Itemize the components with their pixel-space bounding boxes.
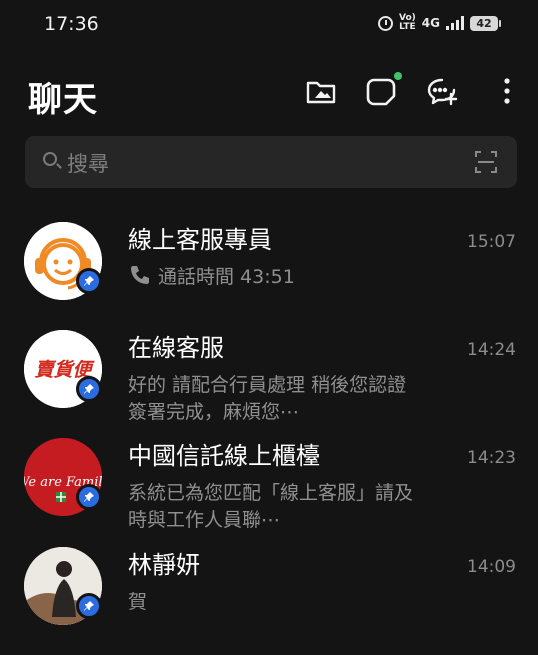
search-icon [43, 152, 57, 166]
search-placeholder: 搜尋 [67, 152, 109, 176]
signal-icon [446, 16, 464, 30]
chat-preview: 賀 [128, 591, 148, 613]
chat-item[interactable]: 林靜妍 14:09 賀 [0, 547, 538, 655]
phone-icon [131, 266, 149, 284]
chat-preview: 系統已為您匹配「線上客服」請及時與工作人員聯⋯ [128, 482, 414, 531]
keep-icon[interactable] [364, 72, 402, 108]
qr-scan-icon[interactable] [475, 151, 497, 173]
chat-time: 14:24 [467, 340, 516, 360]
pin-icon [76, 484, 102, 510]
chat-name: 線上客服專員 [128, 226, 272, 254]
network-type: 4G [421, 16, 440, 30]
chat-preview: 通話時間 43:51 [128, 264, 418, 291]
chat-time: 15:07 [467, 232, 516, 252]
chat-time: 14:09 [467, 557, 516, 577]
chat-preview: 好的 請配合行員處理 稍後您認證簽署完成，麻煩您⋯ [128, 374, 407, 423]
pin-icon [76, 268, 102, 294]
album-folder-icon[interactable] [304, 74, 338, 108]
chat-name: 在線客服 [128, 334, 224, 362]
status-bar: 17:36 Vo) LTE 4G 42 [0, 0, 538, 52]
status-icons: Vo) LTE 4G 42 [378, 13, 501, 32]
page-title: 聊天 [28, 80, 98, 120]
chat-preview-text: 通話時間 43:51 [158, 266, 295, 288]
more-options-icon[interactable] [490, 74, 510, 108]
volte-icon: Vo) LTE [399, 13, 416, 32]
chat-item[interactable]: 賣貨便 在線客服 14:24 好的 請配合行員處理 稍後您認證簽署完成，麻煩您⋯ [0, 330, 538, 438]
chat-time: 14:23 [467, 448, 516, 468]
search-bar[interactable]: 搜尋 [25, 136, 517, 188]
chat-item[interactable]: 線上客服專員 15:07 通話時間 43:51 [0, 222, 538, 330]
new-chat-icon[interactable] [424, 74, 458, 108]
notification-dot [394, 72, 402, 80]
alarm-icon [378, 15, 394, 31]
pin-icon [76, 593, 102, 619]
chat-name: 中國信託線上櫃檯 [128, 442, 320, 470]
pin-icon [76, 376, 102, 402]
chat-item[interactable]: We are Family 中國信託線上櫃檯 14:23 系統已為您匹配「線上客… [0, 438, 538, 546]
app-header: 聊天 [0, 62, 538, 122]
battery-icon: 42 [470, 15, 501, 31]
status-time: 17:36 [44, 13, 99, 35]
chat-name: 林靜妍 [128, 551, 200, 579]
